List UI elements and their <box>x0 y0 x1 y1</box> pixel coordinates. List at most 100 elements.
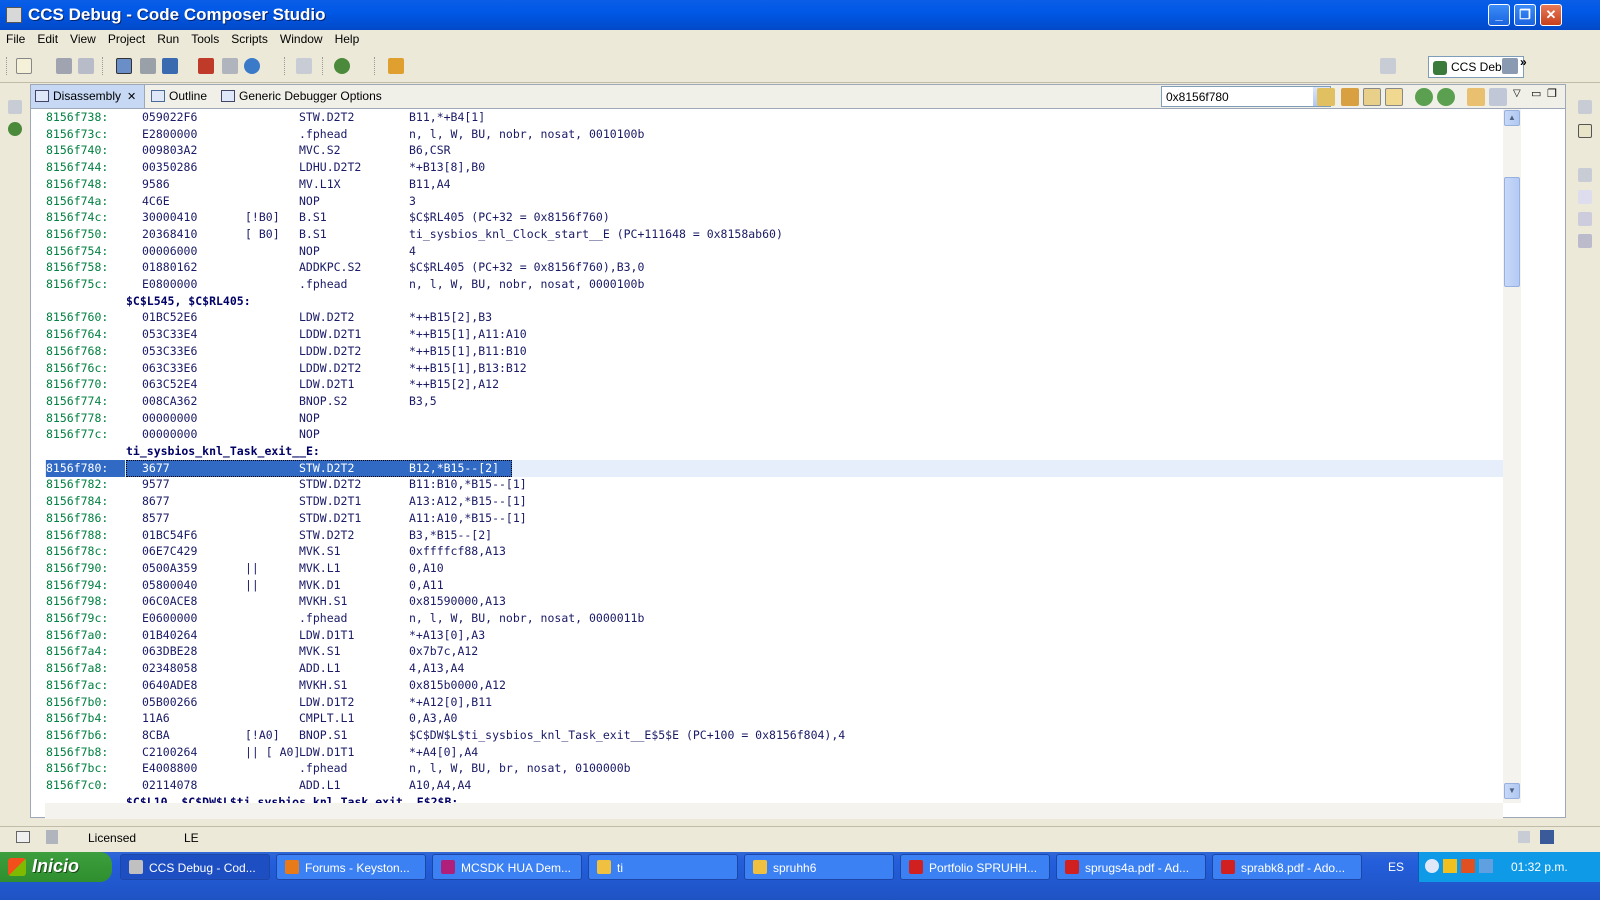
listing-row[interactable]: 8156f74c: 30000410 [!B0] B.S1 $C$RL405 (PC+3… <box>45 209 1549 226</box>
show-source-icon[interactable] <box>1385 88 1403 106</box>
listing-row[interactable]: 8156f794: 05800040 || MVK.D1 0,A11 <box>45 577 1549 594</box>
menu-file[interactable]: File <box>0 30 31 46</box>
debug-view-icon[interactable] <box>116 58 132 74</box>
warning-icon[interactable] <box>1443 859 1457 873</box>
restore-status-icon[interactable] <box>1518 831 1530 843</box>
taskbar-button[interactable]: Forums - Keyston... <box>276 854 426 880</box>
restart-icon[interactable] <box>244 58 260 74</box>
taskbar-button[interactable]: sprugs4a.pdf - Ad... <box>1056 854 1206 880</box>
arrow-icon[interactable] <box>1425 859 1439 873</box>
listing-label-row[interactable]: $C$L545, $C$RL405: <box>45 293 1549 310</box>
listing-row[interactable]: 8156f73c: E2800000 .fphead n, l, W, BU, nob… <box>45 126 1549 143</box>
listing-label-row[interactable]: ti_sysbios_knl_Task_exit__E: <box>45 443 1549 460</box>
vertical-scrollbar[interactable]: ▲ ▼ <box>1503 109 1521 803</box>
menu-run[interactable]: Run <box>151 30 185 46</box>
taskbar-button[interactable]: Portfolio SPRUHH... <box>900 854 1050 880</box>
open-perspective-button-icon[interactable] <box>1380 58 1396 74</box>
listing-row[interactable]: 8156f768: 053C33E6 LDDW.D2T2 *++B15[1],B11:… <box>45 343 1549 360</box>
listing-label-row[interactable]: $C$L10, $C$DW$L$ti_sysbios_knl_Task_exit… <box>45 794 1549 803</box>
step-into-icon[interactable] <box>1437 88 1455 106</box>
load-program-icon[interactable] <box>162 58 178 74</box>
build-gear-icon[interactable] <box>334 58 350 74</box>
new-icon[interactable] <box>16 58 32 74</box>
editor-trim-icon[interactable] <box>1578 124 1592 138</box>
chevron-more-icon[interactable]: » <box>1520 55 1527 69</box>
maximize-view-icon[interactable]: ❐ <box>1547 87 1557 100</box>
new-view-icon[interactable] <box>1467 88 1485 106</box>
scroll-up-icon[interactable]: ▲ <box>1504 110 1520 126</box>
listing-row[interactable]: 8156f7bc: E4008800 .fphead n, l, W, BU, br,… <box>45 760 1549 777</box>
menu-help[interactable]: Help <box>329 30 366 46</box>
listing-row[interactable]: 8156f7a0: 01B40264 LDW.D1T1 *+A13[0],A3 <box>45 627 1549 644</box>
taskbar-button[interactable]: sprabk8.pdf - Ado... <box>1212 854 1362 880</box>
restore-view-icon[interactable] <box>8 100 22 114</box>
save-all-icon[interactable] <box>78 58 94 74</box>
memory-icon[interactable] <box>1578 234 1592 248</box>
listing-row[interactable]: 8156f750: 20368410 [ B0] B.S1 ti_sysbios_knl… <box>45 226 1549 243</box>
listing-row[interactable]: 8156f76c: 063C33E6 LDDW.D2T2 *++B15[1],B13:… <box>45 360 1549 377</box>
restore-button[interactable]: ❐ <box>1514 4 1536 26</box>
close-tab-icon[interactable]: ✕ <box>127 91 136 103</box>
listing-row[interactable]: 8156f754: 00006000 NOP 4 <box>45 243 1549 260</box>
taskbar-button[interactable]: MCSDK HUA Dem... <box>432 854 582 880</box>
update-icon[interactable] <box>1461 859 1475 873</box>
pin-view-icon[interactable] <box>1489 88 1507 106</box>
expressions-icon[interactable] <box>1578 190 1592 204</box>
refresh-icon[interactable] <box>1317 88 1335 106</box>
listing-row[interactable]: 8156f778: 00000000 NOP <box>45 410 1549 427</box>
listing-row[interactable]: 8156f738: 059022F6 STW.D2T2 B11,*+B4[1] <box>45 109 1549 126</box>
listing-row[interactable]: 8156f786: 8577 STDW.D2T1 A11:A10,*B15--[1] <box>45 510 1549 527</box>
minimize-button[interactable]: _ <box>1488 4 1510 26</box>
connect-icon[interactable] <box>140 58 156 74</box>
listing-row[interactable]: 8156f79c: E0600000 .fphead n, l, W, BU, nob… <box>45 610 1549 627</box>
listing-row[interactable]: 8156f7a8: 02348058 ADD.L1 4,A13,A4 <box>45 660 1549 677</box>
restore-right2-icon[interactable] <box>1578 168 1592 182</box>
listing-row[interactable]: 8156f798: 06C0ACE8 MVKH.S1 0x81590000,A13 <box>45 593 1549 610</box>
language-indicator[interactable]: ES <box>1388 860 1404 874</box>
listing-row[interactable]: 8156f740: 009803A2 MVC.S2 B6,CSR <box>45 142 1549 159</box>
step-over-icon[interactable] <box>1415 88 1433 106</box>
listing-row[interactable]: 8156f7b8: C2100264 || [ A0] LDW.D1T1 *+A4[0]… <box>45 744 1549 761</box>
listing-row[interactable]: 8156f780: 3677 STW.D2T2 B12,*B15--[2] <box>45 460 1549 477</box>
scroll-thumb[interactable] <box>1504 177 1520 287</box>
perspective-menu-icon[interactable] <box>1502 58 1518 74</box>
close-button[interactable]: ✕ <box>1540 4 1562 26</box>
listing-row[interactable]: 8156f7c0: 02114078 ADD.L1 A10,A4,A4 <box>45 777 1549 794</box>
listing-row[interactable]: 8156f770: 063C52E4 LDW.D2T1 *++B15[2],A12 <box>45 376 1549 393</box>
open-perspective-icon[interactable] <box>296 58 312 74</box>
registers-icon[interactable] <box>1578 212 1592 226</box>
menu-window[interactable]: Window <box>274 30 329 46</box>
listing-row[interactable]: 8156f7b4: 11A6 CMPLT.L1 0,A3,A0 <box>45 710 1549 727</box>
fast-view-icon[interactable] <box>16 831 30 843</box>
listing-row[interactable]: 8156f774: 008CA362 BNOP.S2 B3,5 <box>45 393 1549 410</box>
restore-right-icon[interactable] <box>1578 100 1592 114</box>
view-menu-icon[interactable]: ▽ <box>1513 88 1521 99</box>
taskbar-button[interactable]: spruhh6 <box>744 854 894 880</box>
listing-row[interactable]: 8156f788: 01BC54F6 STW.D2T2 B3,*B15--[2] <box>45 527 1549 544</box>
listing-row[interactable]: 8156f7b0: 05B00266 LDW.D1T2 *+A12[0],B11 <box>45 694 1549 711</box>
minimize-view-icon[interactable]: ▭ <box>1531 87 1541 100</box>
pin-icon[interactable] <box>388 58 404 74</box>
listing-row[interactable]: 8156f784: 8677 STDW.D2T1 A13:A12,*B15--[1] <box>45 493 1549 510</box>
disassembly-listing[interactable]: 8156f738: 059022F6 STW.D2T2 B11,*+B4[1] 8156… <box>45 109 1549 803</box>
address-input[interactable]: 0x8156f780 ▼ <box>1161 86 1331 107</box>
menu-tools[interactable]: Tools <box>185 30 225 46</box>
terminate-icon[interactable] <box>198 58 214 74</box>
disconnect-icon[interactable] <box>222 58 238 74</box>
tab-generic-debugger-options[interactable]: Generic Debugger Options <box>217 85 389 108</box>
taskbar-button[interactable]: CCS Debug - Cod... <box>120 854 270 880</box>
tab-outline[interactable]: Outline <box>147 85 215 108</box>
listing-row[interactable]: 8156f764: 053C33E4 LDDW.D2T1 *++B15[1],A11:… <box>45 326 1549 343</box>
listing-row[interactable]: 8156f75c: E0800000 .fphead n, l, W, BU, nob… <box>45 276 1549 293</box>
listing-row[interactable]: 8156f74a: 4C6E NOP 3 <box>45 193 1549 210</box>
listing-row[interactable]: 8156f7b6: 8CBA [!A0] BNOP.S1 $C$DW$L$ti_sysb… <box>45 727 1549 744</box>
tab-disassembly[interactable]: Disassembly ✕ <box>31 85 145 108</box>
start-button[interactable]: Inicio <box>0 852 112 882</box>
listing-row[interactable]: 8156f748: 9586 MV.L1X B11,A4 <box>45 176 1549 193</box>
listing-row[interactable]: 8156f78c: 06E7C429 MVK.S1 0xffffcf88,A13 <box>45 543 1549 560</box>
sync-icon[interactable] <box>1363 88 1381 106</box>
listing-row[interactable]: 8156f790: 0500A359 || MVK.L1 0,A10 <box>45 560 1549 577</box>
listing-row[interactable]: 8156f7a4: 063DBE28 MVK.S1 0x7b7c,A12 <box>45 643 1549 660</box>
console-icon[interactable] <box>1540 830 1554 844</box>
clock[interactable]: 01:32 p.m. <box>1511 860 1568 874</box>
